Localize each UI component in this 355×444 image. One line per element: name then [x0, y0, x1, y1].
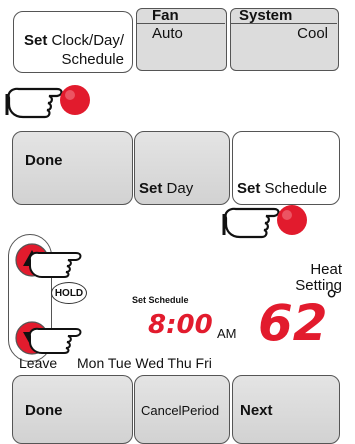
- pointing-hand-icon: [5, 85, 90, 119]
- days-label: Mon Tue Wed Thu Fri: [77, 355, 212, 371]
- time-display: 8:00: [148, 310, 213, 340]
- set-clock-day-schedule-button[interactable]: Set Clock/Day/ Schedule: [13, 11, 133, 73]
- done-label: Done: [25, 152, 63, 169]
- heat-label: Heat: [310, 261, 342, 278]
- ampm-display: AM: [217, 326, 237, 341]
- pointing-hand-icon: [222, 205, 307, 239]
- clock-day-label: Clock/Day/: [51, 32, 125, 49]
- set-word: Set: [24, 32, 48, 49]
- next-button[interactable]: Next: [232, 375, 340, 444]
- done-button-step2[interactable]: Done: [12, 131, 133, 205]
- fan-value: Auto: [152, 25, 183, 42]
- temperature-display: 62: [258, 294, 328, 352]
- period-label: Leave: [19, 355, 58, 371]
- schedule-label: Schedule: [61, 51, 124, 68]
- cancel-period-label: CancelPeriod: [141, 403, 220, 418]
- done-label: Done: [25, 402, 63, 419]
- pointing-hand-icon: [28, 251, 82, 278]
- cancel-period-button[interactable]: CancelPeriod: [134, 375, 230, 444]
- set-schedule-indicator: Set Schedule: [132, 295, 189, 305]
- set-schedule-button[interactable]: Set Schedule: [232, 131, 340, 205]
- done-button[interactable]: Done: [12, 375, 133, 444]
- degree-symbol: °: [326, 284, 338, 315]
- set-day-label: Day: [166, 180, 194, 197]
- set-word: Set: [139, 180, 163, 197]
- hold-label: HOLD: [54, 288, 84, 299]
- system-title: System: [239, 7, 293, 24]
- system-panel[interactable]: System Cool: [230, 8, 339, 71]
- set-day-button[interactable]: Set Day: [134, 131, 230, 205]
- pointing-hand-icon: [28, 327, 82, 354]
- next-label: Next: [240, 402, 273, 419]
- set-schedule-label: Schedule: [264, 180, 328, 197]
- set-word: Set: [237, 180, 261, 197]
- system-value: Cool: [297, 25, 328, 42]
- fan-panel[interactable]: Fan Auto: [136, 8, 227, 71]
- hold-button[interactable]: HOLD: [51, 282, 87, 304]
- fan-title: Fan: [152, 7, 179, 24]
